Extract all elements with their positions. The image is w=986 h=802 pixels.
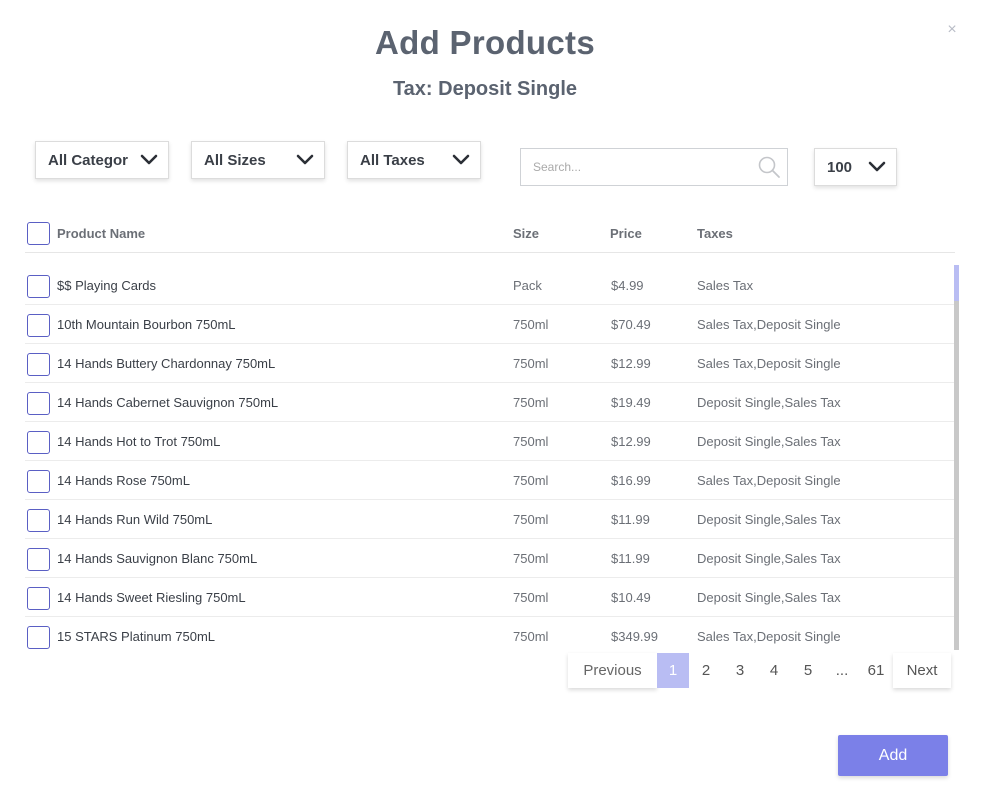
product-name-cell: 14 Hands Cabernet Sauvignon 750mL	[57, 395, 279, 410]
size-cell: 750ml	[513, 356, 549, 371]
page-61-button[interactable]: 61	[859, 653, 893, 688]
taxes-cell: Deposit Single,Sales Tax	[697, 590, 841, 605]
page-size-select[interactable]: 100	[814, 148, 897, 186]
product-name-cell: 14 Hands Sweet Riesling 750mL	[57, 590, 246, 605]
search-input[interactable]	[521, 149, 751, 185]
taxes-cell: Deposit Single,Sales Tax	[697, 395, 841, 410]
table-row[interactable]: 15 STARS Platinum 750mL 750ml $349.99 Sales…	[0, 617, 986, 650]
search-box	[520, 148, 788, 186]
sizes-filter-select[interactable]: All Sizes	[191, 141, 325, 179]
header-divider	[25, 252, 955, 253]
next-page-button[interactable]: Next	[893, 653, 951, 688]
price-cell: $4.99	[611, 278, 644, 293]
row-checkbox[interactable]	[27, 509, 50, 532]
chevron-down-icon	[452, 154, 470, 165]
size-cell: 750ml	[513, 317, 549, 332]
price-cell: $12.99	[611, 356, 651, 371]
table-row[interactable]: 10th Mountain Bourbon 750mL 750ml $70.49 Sa…	[0, 305, 986, 344]
column-header-size[interactable]: Size	[513, 226, 539, 241]
taxes-cell: Deposit Single,Sales Tax	[697, 512, 841, 527]
scrollbar-thumb[interactable]	[954, 265, 959, 301]
price-cell: $349.99	[611, 629, 658, 644]
product-name-cell: 10th Mountain Bourbon 750mL	[57, 317, 236, 332]
taxes-filter-label: All Taxes	[360, 151, 425, 169]
page-5-button[interactable]: 5	[791, 653, 825, 688]
table-row[interactable]: 14 Hands Rose 750mL 750ml $16.99 Sales Tax,…	[0, 461, 986, 500]
page-4-button[interactable]: 4	[757, 653, 791, 688]
table-row[interactable]: 14 Hands Cabernet Sauvignon 750mL 750ml $1…	[0, 383, 986, 422]
sizes-filter-label: All Sizes	[204, 151, 266, 169]
price-cell: $19.49	[611, 395, 651, 410]
row-checkbox[interactable]	[27, 353, 50, 376]
taxes-cell: Deposit Single,Sales Tax	[697, 434, 841, 449]
product-name-cell: 14 Hands Buttery Chardonnay 750mL	[57, 356, 276, 371]
product-name-cell: $$ Playing Cards	[57, 278, 156, 293]
size-cell: 750ml	[513, 590, 549, 605]
row-checkbox[interactable]	[27, 470, 50, 493]
modal-title: Add Products	[375, 24, 595, 61]
page-3-button[interactable]: 3	[723, 653, 757, 688]
pagination: Previous 1 2 3 4 5... 61 Next	[568, 653, 951, 688]
price-cell: $10.49	[611, 590, 651, 605]
price-cell: $70.49	[611, 317, 651, 332]
row-checkbox[interactable]	[27, 275, 50, 298]
size-cell: 750ml	[513, 512, 549, 527]
row-checkbox[interactable]	[27, 392, 50, 415]
row-checkbox[interactable]	[27, 626, 50, 649]
table-row[interactable]: 14 Hands Buttery Chardonnay 750mL 750ml $1…	[0, 344, 986, 383]
table-row[interactable]: 14 Hands Sweet Riesling 750mL 750ml $10.49…	[0, 578, 986, 617]
taxes-cell: Sales Tax,Deposit Single	[697, 473, 841, 488]
size-cell: 750ml	[513, 551, 549, 566]
product-name-cell: 14 Hands Run Wild 750mL	[57, 512, 213, 527]
search-icon[interactable]	[757, 155, 781, 179]
page-ellipsis: ...	[825, 653, 859, 688]
modal-subtitle: Tax: Deposit Single	[392, 78, 578, 100]
size-cell: 750ml	[513, 395, 549, 410]
taxes-filter-select[interactable]: All Taxes	[347, 141, 481, 179]
previous-page-button[interactable]: Previous	[568, 653, 657, 688]
price-cell: $11.99	[611, 551, 650, 566]
product-name-cell: 14 Hands Hot to Trot 750mL	[57, 434, 221, 449]
product-name-cell: 15 STARS Platinum 750mL	[57, 629, 215, 644]
table-scrollbar[interactable]	[954, 265, 959, 650]
category-filter-select[interactable]: All Categor	[35, 141, 169, 179]
row-checkbox[interactable]	[27, 431, 50, 454]
table-row[interactable]: 14 Hands Run Wild 750mL 750ml $11.99 Deposi…	[0, 500, 986, 539]
taxes-cell: Sales Tax,Deposit Single	[697, 629, 841, 644]
chevron-down-icon	[296, 154, 314, 165]
taxes-cell: Sales Tax	[697, 278, 754, 293]
product-name-cell: 14 Hands Sauvignon Blanc 750mL	[57, 551, 258, 566]
price-cell: $12.99	[611, 434, 651, 449]
taxes-cell: Deposit Single,Sales Tax	[697, 551, 841, 566]
category-filter-label: All Categor	[48, 151, 129, 169]
table-row[interactable]: $$ Playing Cards Pack $4.99 Sales Tax	[0, 266, 986, 305]
column-header-taxes[interactable]: Taxes	[697, 226, 733, 241]
page-1-button[interactable]: 1	[657, 653, 689, 688]
size-cell: Pack	[513, 278, 542, 293]
row-checkbox[interactable]	[27, 548, 50, 571]
row-checkbox[interactable]	[27, 587, 50, 610]
taxes-cell: Sales Tax,Deposit Single	[697, 356, 841, 371]
page-size-label: 100	[827, 158, 853, 176]
size-cell: 750ml	[513, 629, 549, 644]
chevron-down-icon	[868, 161, 886, 172]
product-table-body: $$ Playing Cards Pack $4.99 Sales Tax 10th M…	[0, 266, 986, 650]
add-button[interactable]: Add	[838, 735, 948, 776]
page-2-button[interactable]: 2	[689, 653, 723, 688]
price-cell: $16.99	[611, 473, 651, 488]
price-cell: $11.99	[611, 512, 650, 527]
size-cell: 750ml	[513, 473, 549, 488]
size-cell: 750ml	[513, 434, 549, 449]
table-row[interactable]: 14 Hands Hot to Trot 750mL 750ml $12.99 Dep…	[0, 422, 986, 461]
chevron-down-icon	[140, 154, 158, 165]
row-checkbox[interactable]	[27, 314, 50, 337]
column-header-price[interactable]: Price	[610, 226, 642, 241]
table-row[interactable]: 14 Hands Sauvignon Blanc 750mL 750ml $11.9…	[0, 539, 986, 578]
column-header-product-name[interactable]: Product Name	[57, 226, 145, 241]
taxes-cell: Sales Tax,Deposit Single	[697, 317, 841, 332]
product-name-cell: 14 Hands Rose 750mL	[57, 473, 190, 488]
select-all-checkbox[interactable]	[27, 222, 50, 245]
